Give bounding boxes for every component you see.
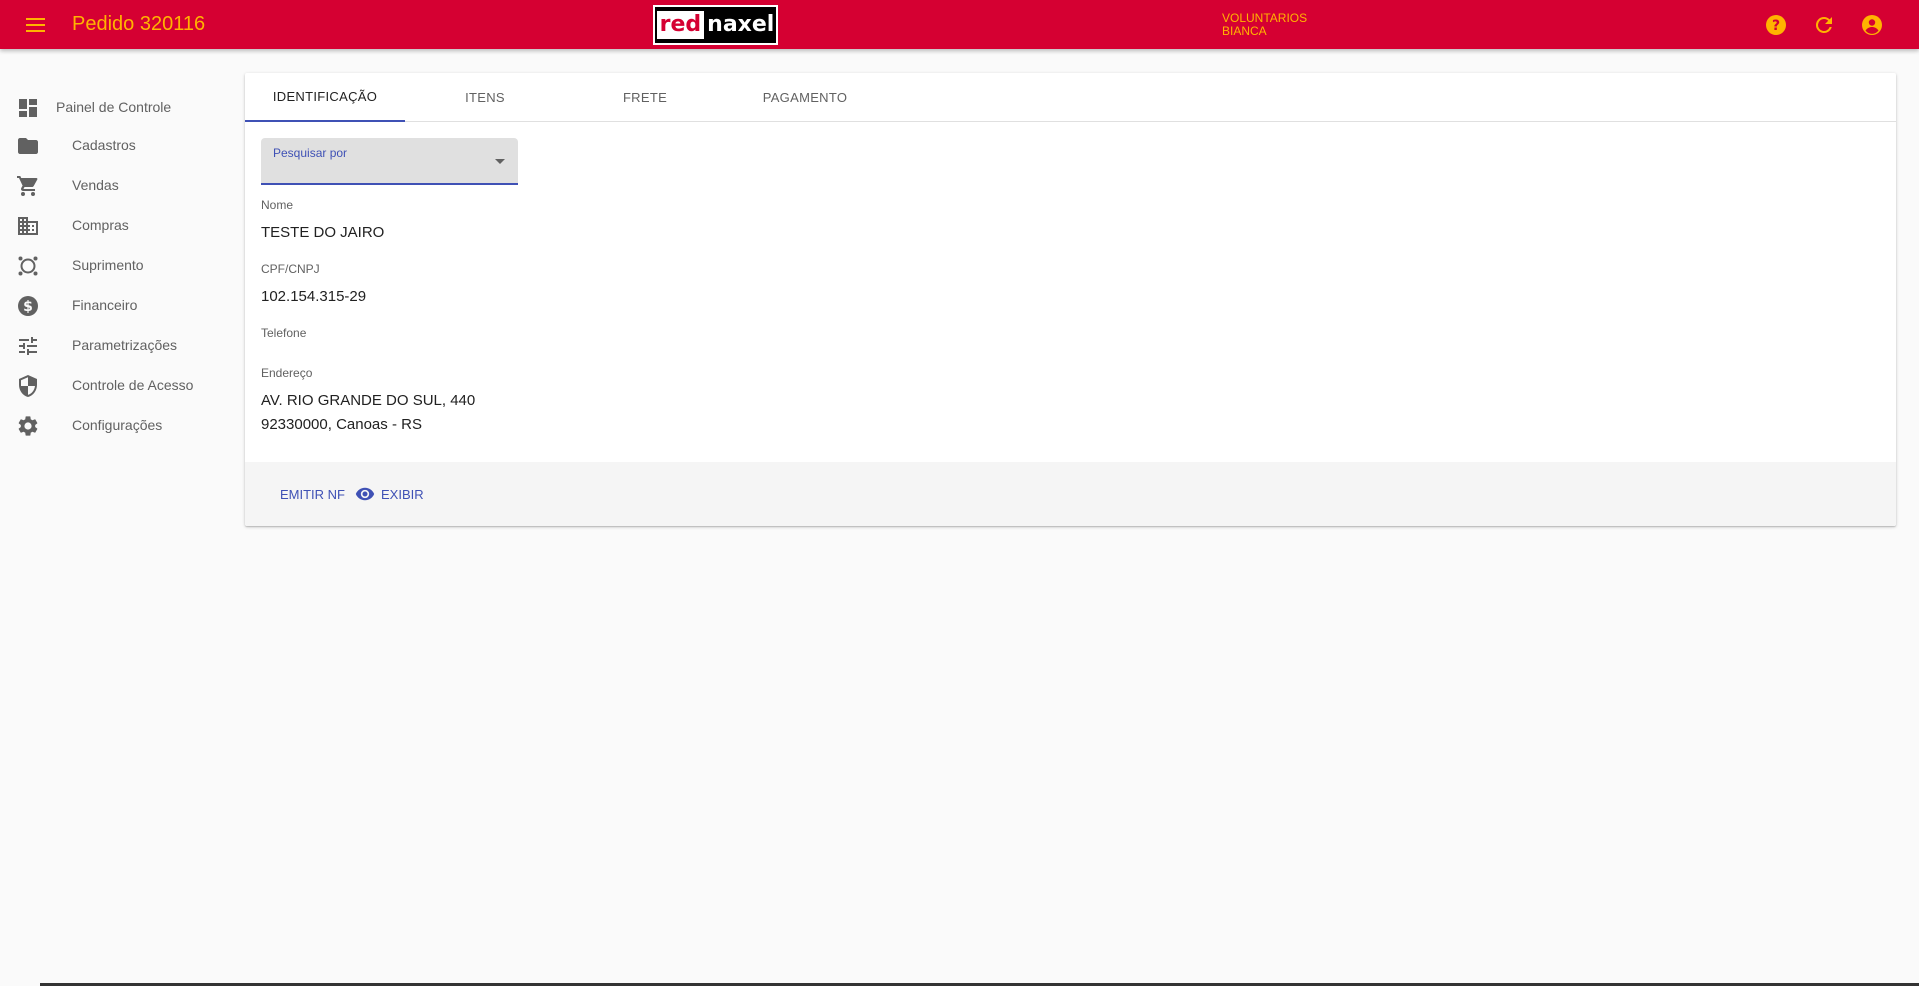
telefone-label: Telefone xyxy=(261,326,307,340)
user-info: VOLUNTARIOS BIANCA xyxy=(1222,12,1307,38)
tab-pagamento[interactable]: Pagamento xyxy=(725,73,885,122)
tab-bar: Identificação Itens Frete Pagamento xyxy=(245,73,1896,122)
svg-text:$: $ xyxy=(23,299,33,315)
shield-icon xyxy=(19,375,37,397)
sidebar-item-configuracoes[interactable]: Configurações xyxy=(0,409,244,443)
svg-text:?: ? xyxy=(1772,18,1780,34)
exibir-button[interactable]: Exibir xyxy=(355,482,424,506)
user-name: BIANCA xyxy=(1222,24,1267,38)
refresh-icon[interactable] xyxy=(1812,13,1836,37)
sidebar-item-cadastros[interactable]: Cadastros xyxy=(0,129,244,163)
tab-identificacao[interactable]: Identificação xyxy=(245,73,405,122)
order-card: Identificação Itens Frete Pagamento Pesq… xyxy=(245,73,1896,526)
cpf-value: 102.154.315-29 xyxy=(261,288,367,305)
top-app-bar: Pedido 320116 red naxel VOLUNTARIOS BIANC… xyxy=(0,0,1919,49)
tab-frete[interactable]: Frete xyxy=(565,73,725,122)
menu-icon[interactable] xyxy=(23,12,49,38)
page-title: Pedido 320116 xyxy=(72,13,206,35)
sidebar-item-vendas[interactable]: Vendas xyxy=(0,169,244,203)
dropdown-arrow-icon xyxy=(495,159,505,164)
cart-icon xyxy=(17,176,38,196)
supply-icon xyxy=(18,256,38,276)
sidebar-item-compras[interactable]: Compras xyxy=(0,209,244,243)
endereco-line2: 92330000, Canoas - RS xyxy=(261,416,422,433)
cpf-label: CPF/CNPJ xyxy=(261,262,320,276)
rednaxel-logo: red naxel xyxy=(653,5,778,45)
sidebar-item-suprimento[interactable]: Suprimento xyxy=(0,249,244,283)
gear-icon xyxy=(18,416,38,436)
sidebar-item-painel[interactable]: Painel de Controle xyxy=(0,91,244,125)
account-icon[interactable] xyxy=(1860,13,1884,37)
nome-label: Nome xyxy=(261,198,294,212)
sidebar-item-parametrizacoes[interactable]: Parametrizações xyxy=(0,329,244,363)
building-icon xyxy=(18,217,38,235)
endereco-line1: AV. RIO GRANDE DO SUL, 440 xyxy=(261,392,476,409)
dashboard-icon xyxy=(19,99,37,117)
sidebar-item-financeiro[interactable]: $ Financeiro xyxy=(0,289,244,323)
folder-icon xyxy=(18,138,38,154)
money-icon: $ xyxy=(18,296,38,316)
emitir-nf-button[interactable]: Emitir NF xyxy=(280,482,345,506)
search-by-label: Pesquisar por xyxy=(273,146,348,160)
tab-itens[interactable]: Itens xyxy=(405,73,565,122)
nome-value: TESTE DO JAIRO xyxy=(261,224,385,241)
endereco-label: Endereço xyxy=(261,366,313,380)
eye-icon xyxy=(355,487,375,501)
sidebar-item-controle-acesso[interactable]: Controle de Acesso xyxy=(0,369,244,403)
search-by-select[interactable]: Pesquisar por xyxy=(261,138,518,185)
help-icon[interactable]: ? xyxy=(1764,13,1788,37)
card-actions: Emitir NF Exibir xyxy=(245,462,1896,526)
tune-icon xyxy=(19,337,37,355)
